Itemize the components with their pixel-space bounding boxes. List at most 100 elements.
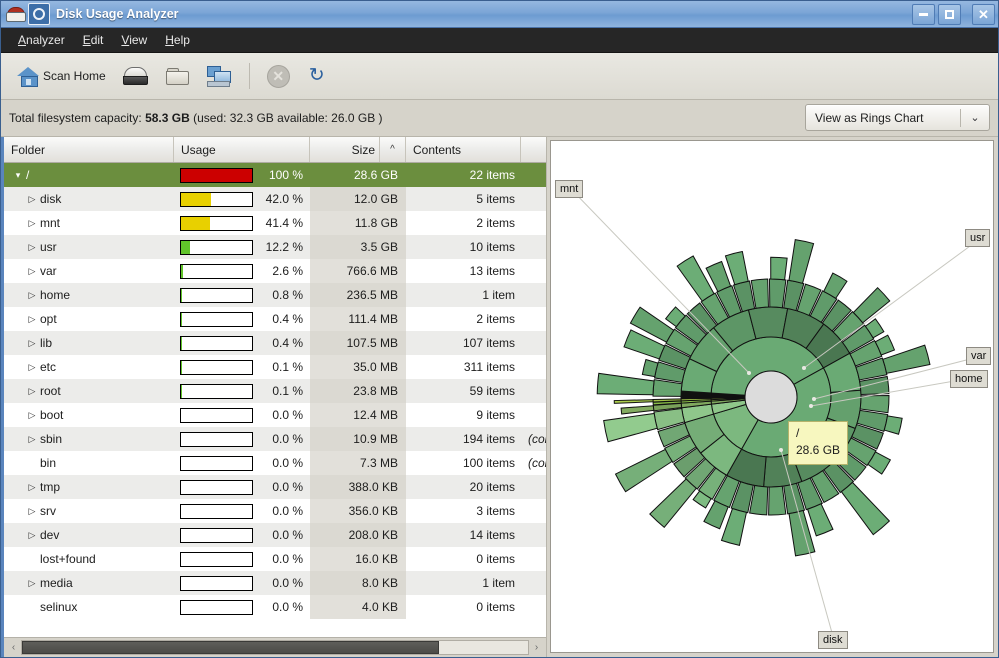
view-mode-select[interactable]: View as Rings Chart ⌄ xyxy=(805,104,990,131)
expand-triangle-icon[interactable]: ▷ xyxy=(24,218,40,228)
scroll-left-icon[interactable]: ‹ xyxy=(6,642,21,653)
sort-ascending-icon[interactable]: ^ xyxy=(380,137,406,162)
cell-usage: 2.6 % xyxy=(174,259,310,283)
cell-size: 111.4 MB xyxy=(310,307,406,331)
menu-edit[interactable]: Edit xyxy=(74,30,113,50)
column-header-size[interactable]: Size xyxy=(310,137,380,162)
usage-bar xyxy=(180,431,253,447)
ring-segment[interactable] xyxy=(852,286,891,324)
expand-triangle-icon[interactable]: ▷ xyxy=(24,314,40,324)
table-row[interactable]: ▷ media 0.0 % 8.0 KB 1 item xyxy=(4,571,546,595)
ring-segment[interactable] xyxy=(768,278,787,309)
expand-triangle-icon[interactable]: ▷ xyxy=(24,434,40,444)
usage-bar xyxy=(180,599,253,615)
expand-triangle-icon[interactable]: ▷ xyxy=(24,506,40,516)
table-row[interactable]: selinux 0.0 % 4.0 KB 0 items xyxy=(4,595,546,619)
scan-remote-button[interactable] xyxy=(200,62,238,91)
ring-label-mnt[interactable]: mnt xyxy=(555,180,584,198)
expand-triangle-icon[interactable]: ▷ xyxy=(24,338,40,348)
expand-triangle-icon[interactable]: ▷ xyxy=(24,530,40,540)
table-row[interactable]: ▷ dev 0.0 % 208.0 KB 14 items xyxy=(4,523,546,547)
table-row[interactable]: ▷ boot 0.0 % 12.4 MB 9 items xyxy=(4,403,546,427)
ring-segment[interactable] xyxy=(768,485,787,516)
rings-chart-pane[interactable]: mnt usr var home disk / 28.6 GB xyxy=(550,140,994,653)
cell-usage: 0.0 % xyxy=(174,475,310,499)
ring-segment[interactable] xyxy=(614,448,673,493)
ring-segment[interactable] xyxy=(788,239,815,284)
scroll-right-icon[interactable]: › xyxy=(529,642,544,653)
ring-label-usr[interactable]: usr xyxy=(965,229,991,247)
expand-triangle-icon[interactable]: ▷ xyxy=(24,290,40,300)
ring-label-home[interactable]: home xyxy=(950,370,988,388)
table-row[interactable]: ▷ var 2.6 % 766.6 MB 13 items xyxy=(4,259,546,283)
scan-folder-button[interactable] xyxy=(158,62,196,90)
minimize-button[interactable] xyxy=(912,3,935,25)
table-row[interactable]: ▾/ 100 % 28.6 GB 22 items xyxy=(4,163,546,187)
menu-analyzer[interactable]: Analyzer xyxy=(9,30,74,50)
expand-triangle-icon[interactable]: ▷ xyxy=(24,242,40,252)
cell-size: 23.8 MB xyxy=(310,379,406,403)
ring-segment[interactable] xyxy=(613,399,654,404)
app-icon[interactable] xyxy=(28,3,50,25)
ring-segment[interactable] xyxy=(676,255,715,302)
table-row[interactable]: ▷ tmp 0.0 % 388.0 KB 20 items xyxy=(4,475,546,499)
hard-disk-icon xyxy=(122,66,148,86)
ring-segment[interactable] xyxy=(641,358,659,378)
table-row[interactable]: ▷ srv 0.0 % 356.0 KB 3 items xyxy=(4,499,546,523)
ring-label-disk[interactable]: disk xyxy=(818,631,848,649)
cell-contents: 107 items xyxy=(462,336,515,350)
usage-percent: 0.4 % xyxy=(272,336,303,350)
cell-contents-note xyxy=(521,163,546,187)
table-row[interactable]: ▷ etc 0.1 % 35.0 MB 311 items xyxy=(4,355,546,379)
column-header-usage[interactable]: Usage xyxy=(174,137,310,162)
ring-segment[interactable] xyxy=(859,394,890,414)
table-row[interactable]: ▷sbin 0.0 % 10.9 MB 194 items (contains hard xyxy=(4,427,546,451)
ring-segment[interactable] xyxy=(596,372,655,396)
collapse-triangle-icon[interactable]: ▾ xyxy=(10,170,26,180)
column-header-contents[interactable]: Contents xyxy=(406,137,521,162)
scan-filesystem-button[interactable] xyxy=(116,62,154,90)
expand-triangle-icon[interactable]: ▷ xyxy=(24,410,40,420)
tree-horizontal-scrollbar[interactable]: ‹ › xyxy=(4,637,546,657)
ring-segment[interactable] xyxy=(806,503,834,537)
column-header-folder[interactable]: Folder xyxy=(4,137,174,162)
table-row[interactable]: lost+found 0.0 % 16.0 KB 0 items xyxy=(4,547,546,571)
table-row[interactable]: ▷ mnt 41.4 % 11.8 GB 2 items xyxy=(4,211,546,235)
table-row[interactable]: ▷ home 0.8 % 236.5 MB 1 item xyxy=(4,283,546,307)
ring-segment[interactable] xyxy=(770,256,788,281)
ring-segment[interactable] xyxy=(747,306,789,340)
rings-center-hub[interactable] xyxy=(744,370,798,424)
label-anchor-dot xyxy=(747,371,751,375)
menu-help[interactable]: Help xyxy=(156,30,199,50)
expand-triangle-icon[interactable]: ▷ xyxy=(24,266,40,276)
table-row[interactable]: ▷ lib 0.4 % 107.5 MB 107 items xyxy=(4,331,546,355)
folder-name: etc xyxy=(40,360,57,374)
ring-segment[interactable] xyxy=(840,481,891,536)
table-row[interactable]: ▷ usr 12.2 % 3.5 GB 10 items xyxy=(4,235,546,259)
expand-triangle-icon[interactable]: ▷ xyxy=(24,482,40,492)
ring-segment[interactable] xyxy=(603,412,658,443)
expand-triangle-icon[interactable]: ▷ xyxy=(24,578,40,588)
ring-segment[interactable] xyxy=(724,250,749,286)
expand-triangle-icon[interactable]: ▷ xyxy=(24,362,40,372)
expand-triangle-icon[interactable]: ▷ xyxy=(24,194,40,204)
menu-view[interactable]: View xyxy=(112,30,156,50)
table-row[interactable]: ▷ root 0.1 % 23.8 MB 59 items xyxy=(4,379,546,403)
close-button[interactable]: ✕ xyxy=(972,3,995,25)
rings-chart[interactable]: mnt usr var home disk / 28.6 GB xyxy=(551,141,993,652)
ring-segment[interactable] xyxy=(620,405,655,415)
tree-rows[interactable]: ▾/100 % 28.6 GB 22 items ▷ disk 42.0 % 12.0 GB… xyxy=(4,163,546,637)
scroll-track[interactable] xyxy=(21,640,529,655)
table-row[interactable]: ▷ opt 0.4 % 111.4 MB 2 items xyxy=(4,307,546,331)
scroll-thumb[interactable] xyxy=(22,641,439,654)
scan-home-button[interactable]: Scan Home xyxy=(11,61,112,91)
menubar: Analyzer Edit View Help xyxy=(1,28,998,53)
ring-label-var[interactable]: var xyxy=(966,347,992,365)
table-row[interactable]: ▷ disk 42.0 % 12.0 GB 5 items xyxy=(4,187,546,211)
expand-triangle-icon[interactable]: ▷ xyxy=(24,386,40,396)
maximize-button[interactable] xyxy=(938,3,961,25)
ring-segment[interactable] xyxy=(649,478,697,529)
refresh-button[interactable]: ↻ xyxy=(300,62,334,91)
ring-segment[interactable] xyxy=(883,415,903,435)
table-row[interactable]: bin 0.0 % 7.3 MB 100 items (contains hard xyxy=(4,451,546,475)
